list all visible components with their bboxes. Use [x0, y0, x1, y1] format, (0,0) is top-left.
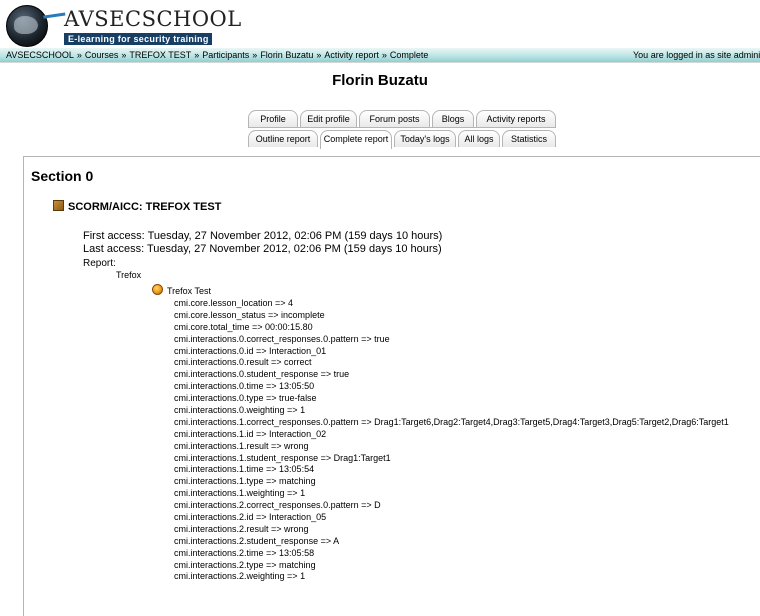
globe-logo-icon[interactable] — [6, 5, 48, 47]
test-name: Trefox Test — [167, 286, 212, 296]
breadcrumb-separator: » — [316, 50, 322, 60]
breadcrumb-separator: » — [121, 50, 127, 60]
track-entry: cmi.interactions.0.type => true-false — [174, 393, 317, 404]
tab-row-primary: Profile Edit profile Forum posts Blogs A… — [0, 110, 760, 128]
header-divider — [0, 62, 760, 63]
navbar: AVSECSCHOOL» Courses» TREFOX TEST» Particip… — [0, 48, 760, 62]
breadcrumb-separator: » — [194, 50, 200, 60]
scorm-track-list: cmi.core.lesson_location => 4 cmi.core.l… — [174, 298, 729, 583]
tab-activity-reports[interactable]: Activity reports — [476, 110, 556, 127]
last-access: Last access: Tuesday, 27 November 2012, … — [83, 243, 442, 255]
breadcrumb-user-link[interactable]: Florin Buzatu — [260, 50, 313, 60]
breadcrumb-separator: » — [381, 50, 387, 60]
track-entry: cmi.interactions.0.weighting => 1 — [174, 405, 306, 416]
track-entry: cmi.interactions.0.student_response => t… — [174, 369, 350, 380]
sco-name: Trefox — [116, 270, 142, 280]
track-entry: cmi.interactions.1.time => 13:05:54 — [174, 464, 315, 475]
sco-status-icon — [152, 284, 163, 295]
track-entry: cmi.interactions.0.result => correct — [174, 357, 312, 368]
track-entry: cmi.interactions.1.id => Interaction_02 — [174, 428, 327, 439]
breadcrumb-separator: » — [252, 50, 258, 60]
breadcrumb-activity-report-link[interactable]: Activity report — [324, 50, 379, 60]
track-entry: cmi.interactions.1.type => matching — [174, 476, 316, 487]
breadcrumb-course-link[interactable]: TREFOX TEST — [129, 50, 191, 60]
tab-todays-logs[interactable]: Today's logs — [394, 130, 456, 147]
track-entry: cmi.interactions.2.id => Interaction_05 — [174, 512, 327, 523]
scorm-package-icon — [53, 200, 64, 211]
track-entry: cmi.interactions.0.time => 13:05:50 — [174, 381, 315, 392]
page-title: Florin Buzatu — [332, 72, 428, 89]
tab-statistics[interactable]: Statistics — [502, 130, 556, 147]
site-logo-text[interactable]: AVSECSCHOOL — [64, 7, 242, 31]
track-entry: cmi.interactions.1.student_response => D… — [174, 452, 391, 463]
site-header: AVSECSCHOOL E-learning for security trai… — [0, 0, 760, 48]
tab-row-secondary: Outline report Complete report Today's l… — [0, 130, 760, 149]
track-entry: cmi.interactions.2.correct_responses.0.p… — [174, 500, 381, 511]
tab-blogs[interactable]: Blogs — [432, 110, 474, 127]
breadcrumb-participants-link[interactable]: Participants — [202, 50, 249, 60]
track-entry: cmi.interactions.2.time => 13:05:58 — [174, 547, 315, 558]
tab-complete-report[interactable]: Complete report — [320, 130, 392, 149]
track-entry: cmi.interactions.2.type => matching — [174, 559, 316, 570]
track-entry: cmi.interactions.2.student_response => A — [174, 535, 340, 546]
first-access: First access: Tuesday, 27 November 2012,… — [83, 230, 443, 242]
section-title: Section 0 — [31, 168, 94, 184]
report-label: Report: — [83, 258, 116, 269]
breadcrumb-current: Complete — [389, 50, 429, 60]
tab-divider — [248, 127, 556, 128]
tab-profile[interactable]: Profile — [248, 110, 298, 127]
track-entry: cmi.interactions.1.result => wrong — [174, 440, 309, 451]
tab-outline-report[interactable]: Outline report — [248, 130, 318, 147]
tab-all-logs[interactable]: All logs — [458, 130, 500, 147]
track-entry: cmi.core.lesson_location => 4 — [174, 298, 294, 308]
track-entry: cmi.interactions.2.result => wrong — [174, 523, 309, 534]
breadcrumb: AVSECSCHOOL» Courses» TREFOX TEST» Particip… — [6, 48, 428, 62]
track-entry: cmi.core.lesson_status => incomplete — [174, 309, 325, 320]
login-info: You are logged in as site administrati — [633, 50, 760, 60]
site-tagline: E-learning for security training — [64, 33, 212, 45]
breadcrumb-home-link[interactable]: AVSECSCHOOL — [6, 50, 74, 60]
tab-forum-posts[interactable]: Forum posts — [359, 110, 430, 127]
module-title[interactable]: SCORM/AICC: TREFOX TEST — [68, 201, 221, 213]
track-entry: cmi.interactions.1.correct_responses.0.p… — [174, 416, 729, 427]
track-entry: cmi.interactions.0.correct_responses.0.p… — [174, 333, 390, 344]
track-entry: cmi.interactions.0.id => Interaction_01 — [174, 345, 327, 356]
breadcrumb-separator: » — [76, 50, 82, 60]
tab-edit-profile[interactable]: Edit profile — [300, 110, 357, 127]
track-entry: cmi.core.total_time => 00:00:15.80 — [174, 321, 313, 332]
breadcrumb-courses-link[interactable]: Courses — [85, 50, 119, 60]
track-entry: cmi.interactions.1.weighting => 1 — [174, 488, 306, 499]
track-entry: cmi.interactions.2.weighting => 1 — [174, 571, 306, 582]
